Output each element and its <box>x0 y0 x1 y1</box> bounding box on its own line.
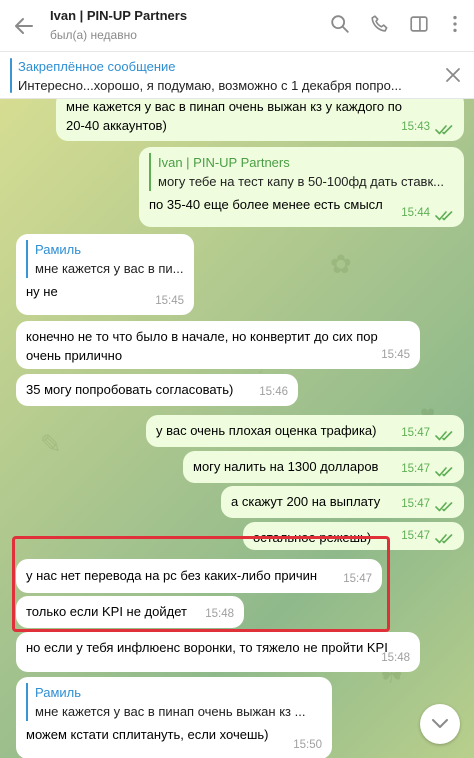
wallpaper-doodle: ✎ <box>40 429 62 459</box>
message-text: конечно не то что было в начале, но конв… <box>26 329 378 363</box>
reply-quote[interactable]: Ivan | PIN-UP Partners могу тебе на тест… <box>149 153 454 191</box>
message-time: 15:46 <box>259 386 288 398</box>
reply-quote[interactable]: Рамиль мне кажется у вас в пинап очень в… <box>26 683 322 721</box>
double-check-icon <box>435 467 453 477</box>
message-time: 15:48 <box>381 652 410 664</box>
chat-area[interactable]: ✿ ☂ ✎ ♥ ❀ ☘ мне кажется у вас в пинап оч… <box>0 99 474 758</box>
reply-quote-text: мне кажется у вас в пи... <box>35 261 184 276</box>
double-check-icon <box>435 211 453 221</box>
sidebar-toggle-icon[interactable] <box>408 13 430 35</box>
message-time: 15:45 <box>381 349 410 361</box>
reply-quote-text: могу тебе на тест капу в 50-100фд дать с… <box>158 174 444 189</box>
chat-header: Ivan | PIN-UP Partners был(а) недавно <box>0 0 474 52</box>
highlight-box <box>12 536 390 632</box>
message-time: 15:44 <box>401 207 430 219</box>
message-bubble-in[interactable]: Рамиль мне кажется у вас в пинап очень в… <box>16 677 332 758</box>
message-time: 15:43 <box>401 121 430 133</box>
back-arrow-icon[interactable] <box>12 14 36 38</box>
message-time: 15:45 <box>155 295 184 307</box>
message-text: 35 могу попробовать согласовать) <box>26 382 234 397</box>
phone-icon[interactable] <box>369 13 391 35</box>
message-bubble-in[interactable]: конечно не то что было в начале, но конв… <box>16 321 420 369</box>
reply-quote[interactable]: Рамиль мне кажется у вас в пи... <box>26 240 184 278</box>
message-bubble-out[interactable]: у вас очень плохая оценка трафика) 15:47 <box>146 415 464 447</box>
message-bubble-out[interactable]: Ivan | PIN-UP Partners могу тебе на тест… <box>139 147 464 227</box>
wallpaper-doodle: ✿ <box>330 249 352 279</box>
pinned-title: Закреплённое сообщение <box>18 59 176 74</box>
message-bubble-in[interactable]: 35 могу попробовать согласовать) 15:46 <box>16 374 298 406</box>
double-check-icon <box>435 431 453 441</box>
chat-status: был(а) недавно <box>50 28 137 42</box>
message-bubble-in[interactable]: Рамиль мне кажется у вас в пи... ну не 1… <box>16 234 194 315</box>
pinned-accent-bar <box>10 58 12 93</box>
search-icon[interactable] <box>329 13 351 35</box>
double-check-icon <box>435 534 453 544</box>
message-bubble-out[interactable]: а скажут 200 на выплату 15:47 <box>221 486 464 518</box>
message-time: 15:50 <box>293 739 322 751</box>
pinned-text: Интересно...хорошо, я подумаю, возможно … <box>18 78 402 93</box>
message-bubble-in[interactable]: но если у тебя инфлюенс воронки, то тяже… <box>16 632 420 672</box>
reply-quote-text: мне кажется у вас в пинап очень выжан кз… <box>35 704 306 719</box>
message-text: мне кажется у вас в пинап очень выжан кз… <box>66 99 402 133</box>
chat-title[interactable]: Ivan | PIN-UP Partners <box>50 8 187 23</box>
message-time: 15:47 <box>401 427 430 439</box>
scroll-to-bottom-button[interactable] <box>420 704 460 744</box>
chevron-down-icon <box>432 719 448 728</box>
message-time: 15:47 <box>401 530 430 542</box>
double-check-icon <box>435 502 453 512</box>
message-text: можем кстати сплитануть, если хочешь) <box>26 727 269 742</box>
reply-quote-name: Ivan | PIN-UP Partners <box>158 155 290 170</box>
message-time: 15:47 <box>401 463 430 475</box>
pinned-message-bar[interactable]: Закреплённое сообщение Интересно...хорош… <box>0 52 474 99</box>
message-text: но если у тебя инфлюенс воронки, то тяже… <box>26 640 388 655</box>
message-time: 15:47 <box>401 498 430 510</box>
reply-quote-name: Рамиль <box>35 685 82 700</box>
message-bubble-out[interactable]: могу налить на 1300 долларов 15:47 <box>183 451 464 483</box>
message-bubble-out[interactable]: мне кажется у вас в пинап очень выжан кз… <box>56 99 464 141</box>
more-vertical-icon[interactable] <box>444 13 466 35</box>
double-check-icon <box>435 125 453 135</box>
reply-quote-name: Рамиль <box>35 242 82 257</box>
close-icon[interactable] <box>444 66 462 84</box>
